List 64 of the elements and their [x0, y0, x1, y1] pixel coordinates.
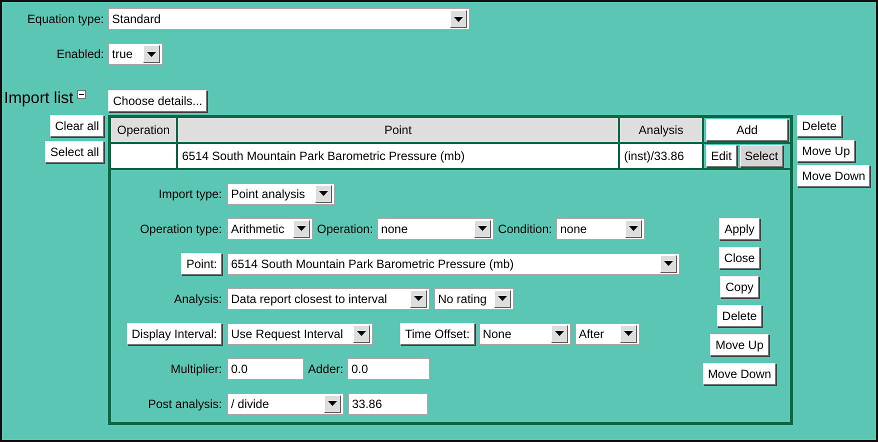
- field-label: Adder:: [308, 362, 344, 376]
- dropdown-arrow-icon: [664, 261, 673, 266]
- dropdown[interactable]: No rating: [434, 288, 514, 310]
- column-header: Analysis: [619, 116, 703, 143]
- field-button[interactable]: Display Interval:: [126, 322, 222, 344]
- column-header: Operation: [110, 116, 177, 143]
- field-label: Operation type:: [140, 222, 222, 236]
- dropdown[interactable]: Data report closest to interval: [227, 288, 430, 310]
- action-button[interactable]: Move Up: [710, 334, 769, 356]
- dropdown[interactable]: / divide: [227, 392, 344, 414]
- dropdown[interactable]: true: [108, 43, 163, 65]
- field-button[interactable]: Point:: [181, 252, 222, 274]
- input-field[interactable]: 0.0: [347, 358, 430, 380]
- field-label: Post analysis:: [148, 396, 222, 410]
- dropdown[interactable]: None: [478, 322, 571, 344]
- dropdown[interactable]: none: [556, 218, 646, 240]
- input-field[interactable]: 0.0: [227, 358, 304, 380]
- field-label: Operation:: [317, 222, 374, 236]
- list-button[interactable]: Clear all: [50, 115, 104, 137]
- field-label: Import type:: [158, 186, 222, 200]
- dropdown[interactable]: After: [574, 322, 640, 344]
- dropdown[interactable]: Point analysis: [227, 182, 335, 204]
- table-cell: (inst)/33.86: [619, 143, 703, 169]
- dropdown-arrow-icon: [498, 296, 507, 301]
- edit-button[interactable]: Edit: [706, 145, 737, 167]
- column-header: Point: [177, 116, 619, 143]
- dropdown-arrow-icon: [554, 331, 564, 336]
- list-button[interactable]: Select all: [45, 141, 104, 163]
- dropdown-arrow-icon: [629, 226, 638, 231]
- select-button[interactable]: Select: [740, 145, 784, 167]
- dropdown-arrow-icon: [624, 331, 633, 336]
- field-label: Equation type:: [27, 12, 104, 26]
- field-label: Multiplier:: [170, 362, 222, 376]
- list-button[interactable]: Delete: [797, 115, 842, 137]
- add-button[interactable]: Add: [706, 119, 788, 141]
- dropdown[interactable]: none: [377, 218, 494, 240]
- action-button[interactable]: Delete: [717, 305, 762, 327]
- dropdown[interactable]: Use Request Interval: [227, 322, 373, 344]
- action-button[interactable]: Close: [719, 247, 760, 269]
- list-button[interactable]: Move Down: [797, 165, 870, 187]
- choose-details-button[interactable]: Choose details...: [108, 90, 208, 112]
- collapse-icon[interactable]: [77, 90, 86, 98]
- dropdown-arrow-icon: [297, 226, 306, 231]
- input-field[interactable]: 33.86: [348, 392, 428, 414]
- field-label: Condition:: [498, 222, 552, 236]
- dropdown[interactable]: Arithmetic: [227, 218, 313, 240]
- section-title: Import list: [4, 90, 74, 108]
- action-button[interactable]: Apply: [719, 218, 760, 240]
- field-label: Enabled:: [56, 47, 104, 61]
- dropdown[interactable]: Standard: [108, 8, 470, 30]
- dropdown-arrow-icon: [414, 296, 423, 301]
- dropdown-arrow-icon: [147, 52, 156, 56]
- dropdown-arrow-icon: [357, 331, 366, 336]
- field-button[interactable]: Time Offset:: [400, 322, 475, 344]
- dropdown-arrow-icon: [454, 16, 463, 22]
- action-button[interactable]: Move Down: [702, 363, 776, 385]
- action-button[interactable]: Copy: [720, 276, 758, 298]
- table-cell: 6514 South Mountain Park Barometric Pressure (mb): [177, 143, 619, 169]
- dropdown[interactable]: 6514 South Mountain Park Barometric Pressure (mb): [227, 252, 680, 274]
- field-label: Analysis:: [174, 292, 222, 306]
- dropdown-arrow-icon: [319, 191, 328, 196]
- dropdown-arrow-icon: [478, 226, 488, 231]
- dropdown-arrow-icon: [328, 401, 337, 406]
- list-button[interactable]: Move Up: [797, 140, 856, 162]
